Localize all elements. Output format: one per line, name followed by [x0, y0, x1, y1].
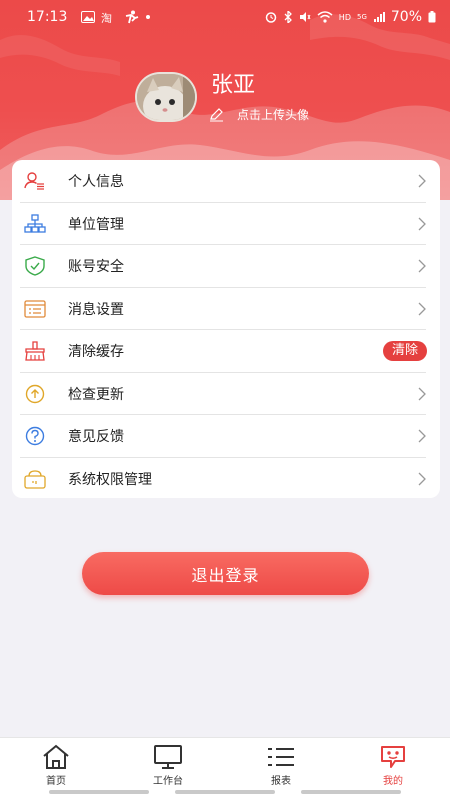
list-icon — [268, 748, 294, 766]
menu-label: 账号安全 — [68, 259, 124, 276]
cat-avatar-image — [137, 74, 195, 120]
menu-item-unit-management[interactable]: 单位管理 — [12, 203, 440, 245]
chevron-right-icon — [418, 174, 426, 188]
mute-icon — [299, 12, 311, 22]
dot-icon — [146, 15, 151, 19]
profile-block: 张亚 点击上传头像 — [135, 72, 309, 123]
clear-cache-button[interactable]: 清除 — [382, 341, 427, 362]
tab-label: 首页 — [46, 776, 66, 787]
signal-icon — [373, 12, 385, 22]
menu-label: 单位管理 — [68, 216, 124, 233]
status-bar: 17:13 淘 HD 5G 70% — [0, 0, 450, 34]
battery-icon — [428, 11, 436, 23]
system-nav-pill — [175, 790, 275, 794]
menu-label: 检查更新 — [68, 386, 124, 403]
upload-avatar-link[interactable]: 点击上传头像 — [209, 106, 309, 123]
chevron-right-icon — [418, 217, 426, 231]
tab-workbench[interactable]: 工作台 — [128, 744, 208, 787]
menu-item-account-security[interactable]: 账号安全 — [12, 245, 440, 288]
battery-percent: 70% — [390, 9, 422, 25]
status-time: 17:13 — [27, 9, 68, 25]
system-nav-pill — [301, 790, 401, 794]
broom-icon — [24, 340, 46, 362]
hd-indicator: HD — [338, 12, 351, 22]
edit-pencil-icon — [210, 107, 223, 121]
menu-label: 意见反馈 — [68, 429, 124, 446]
runner-icon — [126, 10, 139, 24]
network-indicator: 5G — [356, 13, 367, 21]
question-circle-icon — [24, 425, 46, 447]
bluetooth-icon — [284, 11, 292, 23]
menu-item-personal-info[interactable]: 个人信息 — [12, 160, 440, 203]
tab-label: 报表 — [271, 776, 291, 787]
taobao-icon: 淘 — [101, 12, 112, 23]
menu-label: 消息设置 — [68, 301, 124, 318]
logout-button[interactable]: 退出登录 — [82, 552, 369, 595]
message-list-icon — [24, 298, 46, 320]
settings-menu-card: 个人信息 单位管理 账号安全 消息设置 清除缓存 清除 检查更新 意见反馈 系统… — [12, 160, 440, 498]
chevron-right-icon — [418, 387, 426, 401]
org-chart-icon — [24, 213, 46, 235]
menu-item-check-update[interactable]: 检查更新 — [12, 373, 440, 415]
monitor-icon — [154, 745, 182, 769]
chevron-right-icon — [418, 259, 426, 273]
menu-item-clear-cache[interactable]: 清除缓存 清除 — [12, 330, 440, 373]
tab-home[interactable]: 首页 — [16, 744, 96, 787]
chevron-right-icon — [418, 472, 426, 486]
tab-mine[interactable]: 我的 — [353, 744, 433, 787]
person-info-icon — [24, 170, 46, 192]
menu-item-message-settings[interactable]: 消息设置 — [12, 288, 440, 330]
tab-label: 工作台 — [153, 776, 183, 787]
shield-check-icon — [24, 255, 46, 277]
menu-label: 个人信息 — [68, 174, 124, 191]
avatar[interactable] — [135, 72, 197, 122]
tab-label: 我的 — [383, 776, 403, 787]
upload-circle-icon — [24, 383, 46, 405]
mine-icon — [381, 746, 405, 768]
tab-reports[interactable]: 报表 — [241, 744, 321, 787]
menu-label: 系统权限管理 — [68, 471, 152, 488]
svg-text:淘: 淘 — [101, 12, 112, 23]
menu-item-feedback[interactable]: 意见反馈 — [12, 415, 440, 458]
upload-hint: 点击上传头像 — [237, 108, 310, 122]
chevron-right-icon — [418, 429, 426, 443]
system-nav-pill — [49, 790, 149, 794]
menu-item-permission-management[interactable]: 系统权限管理 — [12, 458, 440, 501]
alarm-icon — [265, 12, 277, 23]
permission-icon — [24, 468, 46, 490]
menu-label: 清除缓存 — [68, 344, 124, 361]
wifi-icon — [317, 11, 333, 23]
chevron-right-icon — [418, 302, 426, 316]
home-icon — [43, 744, 69, 769]
image-icon — [81, 11, 96, 23]
user-name: 张亚 — [211, 73, 256, 98]
